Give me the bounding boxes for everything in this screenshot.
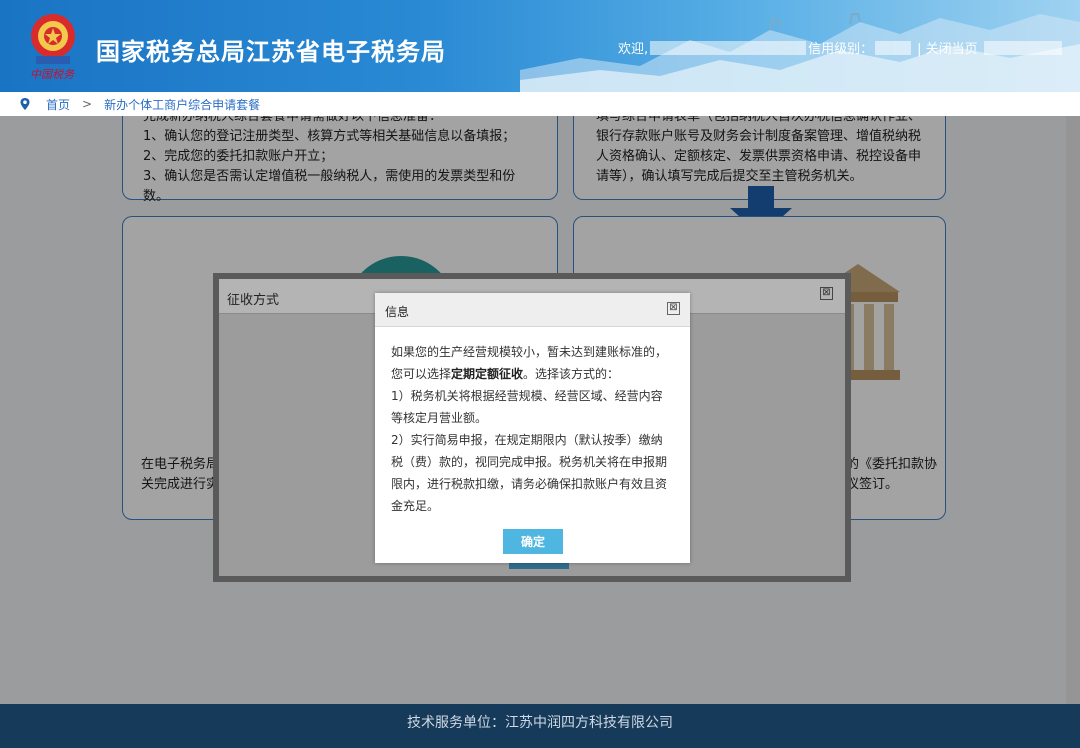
breadcrumb-separator: > xyxy=(82,97,93,111)
emblem-caption: 中国税务 xyxy=(30,68,74,81)
close-page-link[interactable]: | 关闭当页 xyxy=(917,38,978,57)
site-header: 中国税务 国家税务总局江苏省电子税务局 欢迎, 信用级别： | 关闭当页 xyxy=(0,0,1080,92)
breadcrumb-current: 新办个体工商户综合申请套餐 xyxy=(104,97,261,112)
user-bar: 欢迎, 信用级别： | 关闭当页 xyxy=(618,38,1064,57)
fixed-quota-collection-emphasis: 定期定额征收 xyxy=(451,367,524,381)
close-icon[interactable]: ⊠ xyxy=(820,287,833,300)
info-dialog-titlebar: 信息 ⊠ xyxy=(375,293,690,327)
info-dialog: 信息 ⊠ 如果您的生产经营规模较小，暂未达到建账标准的，您可以选择定期定额征收。… xyxy=(375,293,690,563)
info-dialog-title: 信息 xyxy=(385,305,410,319)
welcome-label: 欢迎, xyxy=(618,42,649,57)
masked-username xyxy=(650,40,807,55)
site-title: 国家税务总局江苏省电子税务局 xyxy=(96,38,446,66)
credit-level-label: 信用级别： xyxy=(808,42,874,57)
breadcrumb-home-link[interactable]: 首页 xyxy=(46,96,70,113)
ok-button[interactable]: 确定 xyxy=(503,529,563,554)
footer-text: 技术服务单位：江苏中润四方科技有限公司 xyxy=(407,715,673,731)
page-footer: 技术服务单位：江苏中润四方科技有限公司 xyxy=(0,704,1080,748)
masked-extra-info xyxy=(983,40,1062,55)
tax-emblem-icon xyxy=(31,14,75,64)
info-dialog-message: 如果您的生产经营规模较小，暂未达到建账标准的，您可以选择定期定额征收。选择该方式… xyxy=(375,327,690,517)
masked-credit-level xyxy=(875,40,912,55)
close-icon[interactable]: ⊠ xyxy=(667,302,680,315)
info-paragraph-1: 如果您的生产经营规模较小，暂未达到建账标准的，您可以选择定期定额征收。选择该方式… xyxy=(391,345,668,381)
location-pin-icon xyxy=(20,98,30,110)
info-paragraph-3: 2）实行简易申报，在规定期限内（默认按季）缴纳税（费）款的，视同完成申报。税务机… xyxy=(391,433,668,513)
breadcrumb: 首页 > 新办个体工商户综合申请套餐 xyxy=(0,92,1080,116)
collection-method-dialog-title: 征收方式 xyxy=(227,293,280,308)
info-paragraph-2: 1）税务机关将根据经营规模、经营区域、经营内容等核定月营业额。 xyxy=(391,389,663,425)
